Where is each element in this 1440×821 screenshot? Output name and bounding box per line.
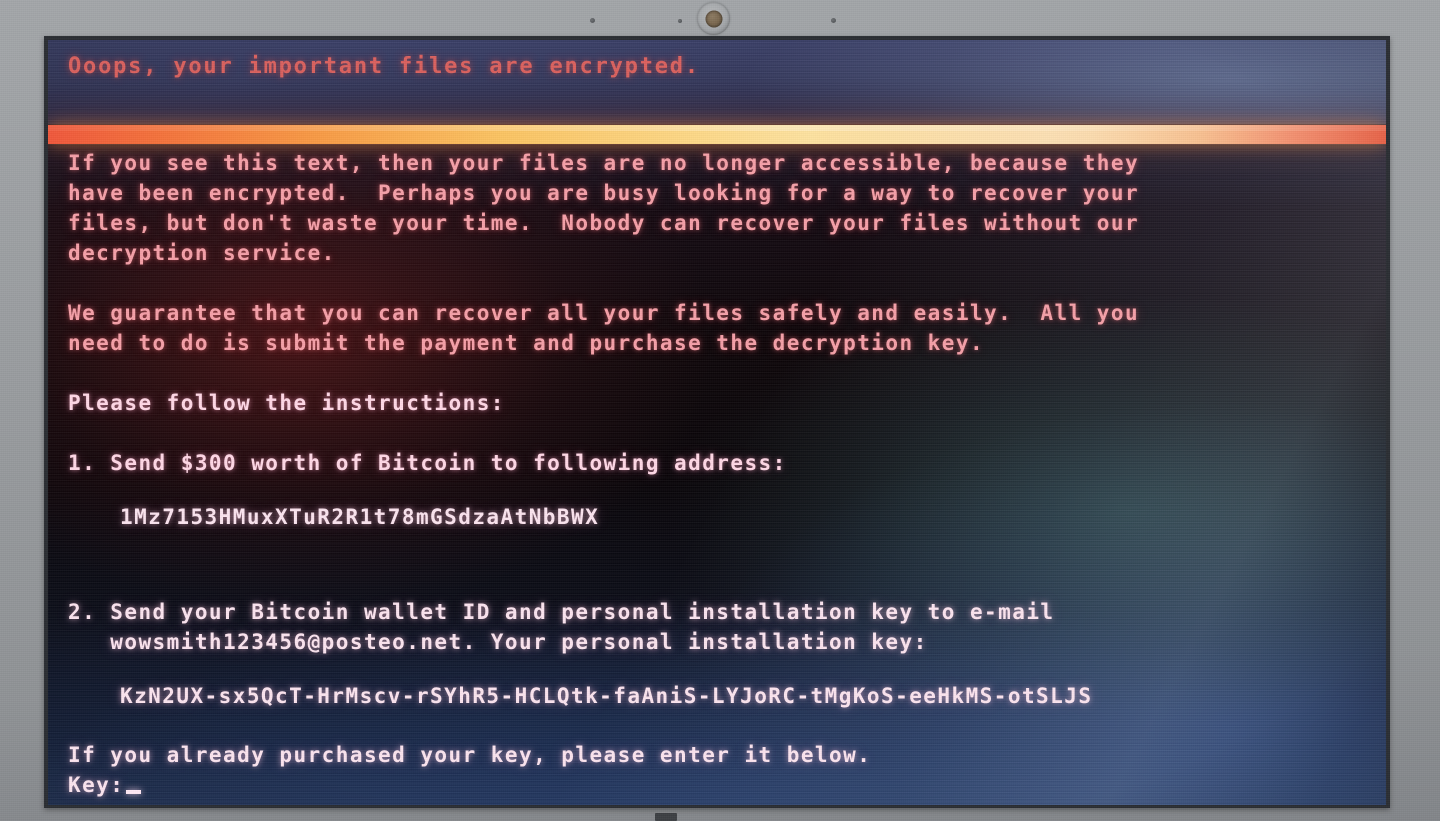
ransom-note-content: Ooops, your important files are encrypte… bbox=[48, 40, 1386, 805]
intro-paragraph-line-3: files, but don't waste your time. Nobody… bbox=[68, 211, 1140, 235]
key-input-label: Key: bbox=[68, 773, 125, 797]
webcam-icon bbox=[697, 2, 730, 35]
intro-paragraph-line-4: decryption service. bbox=[68, 241, 336, 265]
instructions-heading: Please follow the instructions: bbox=[68, 391, 505, 415]
step-2-text-line-2: wowsmith123456@posteo.net. Your personal… bbox=[68, 630, 928, 654]
text-cursor-icon bbox=[126, 790, 142, 794]
bezel-sensor-dot-left bbox=[590, 18, 595, 23]
webcam-lens-icon bbox=[705, 10, 722, 27]
ransom-screen: Ooops, your important files are encrypte… bbox=[48, 40, 1386, 805]
laptop-photo: Ooops, your important files are encrypte… bbox=[0, 0, 1440, 821]
guarantee-paragraph-line-2: need to do is submit the payment and pur… bbox=[68, 331, 985, 355]
intro-paragraph-line-1: If you see this text, then your files ar… bbox=[68, 151, 1140, 175]
bezel-bottom-notch bbox=[655, 813, 677, 821]
intro-paragraph-line-2: have been encrypted. Perhaps you are bus… bbox=[68, 181, 1140, 205]
step-2-text-line-1: 2. Send your Bitcoin wallet ID and perso… bbox=[68, 600, 1055, 624]
guarantee-paragraph-line-1: We guarantee that you can recover all yo… bbox=[68, 301, 1140, 325]
bitcoin-address[interactable]: 1Mz7153HMuxXTuR2R1t78mGSdzaAtNbBWX bbox=[120, 502, 599, 532]
key-entry-row[interactable]: Key: bbox=[68, 770, 142, 800]
bezel-sensor-dot-mid bbox=[678, 19, 682, 23]
installation-key[interactable]: KzN2UX-sx5QcT-HrMscv-rSYhR5-HCLQtk-faAni… bbox=[120, 681, 1092, 711]
bezel-sensor-dot-right bbox=[831, 18, 836, 23]
ransom-headline: Ooops, your important files are encrypte… bbox=[68, 54, 700, 79]
purchased-key-prompt: If you already purchased your key, pleas… bbox=[68, 743, 872, 767]
step-1-text: 1. Send $300 worth of Bitcoin to followi… bbox=[68, 451, 787, 475]
